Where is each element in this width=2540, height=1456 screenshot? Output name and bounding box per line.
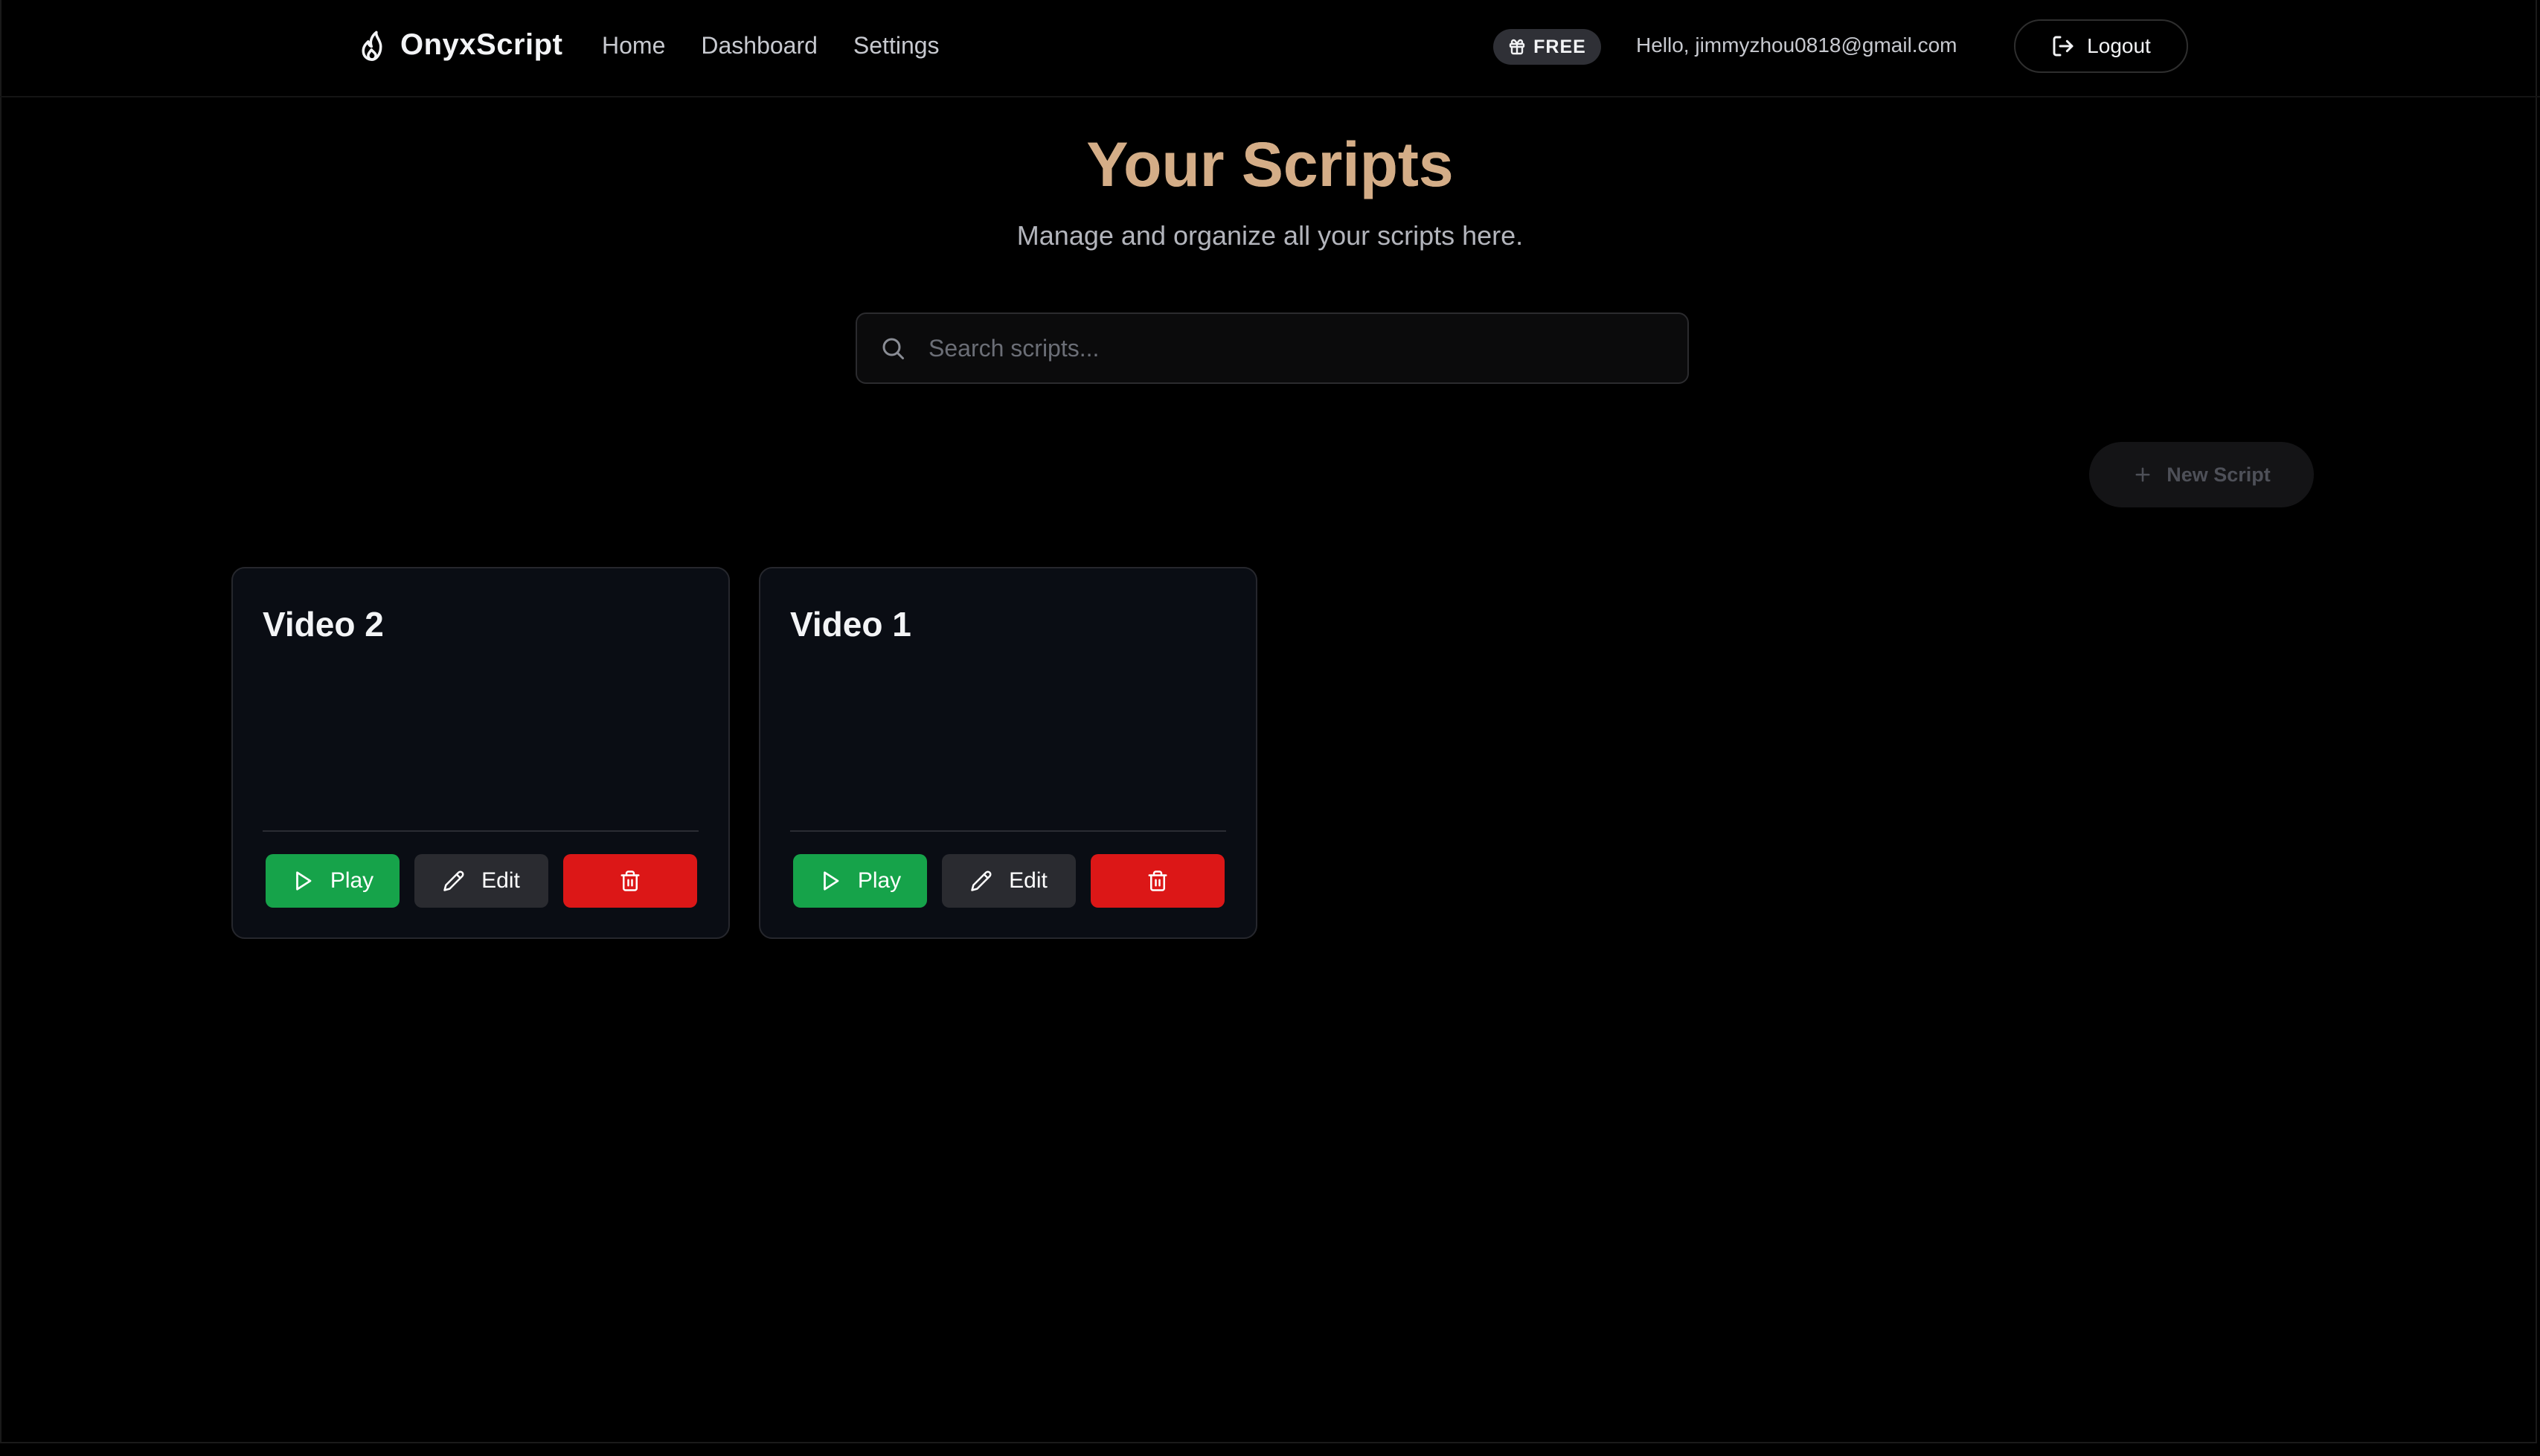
pencil-icon: [971, 870, 992, 891]
brand-logo[interactable]: OnyxScript: [359, 28, 562, 62]
nav-dashboard[interactable]: Dashboard: [701, 32, 818, 60]
search-icon: [882, 338, 904, 359]
play-icon: [823, 871, 839, 891]
card-actions: Play Edit: [793, 854, 1225, 908]
play-label: Play: [857, 868, 902, 893]
delete-button[interactable]: [1091, 854, 1225, 908]
new-script-label: New Script: [2167, 463, 2271, 486]
main-nav: Home Dashboard Settings: [602, 32, 940, 60]
play-label: Play: [330, 868, 374, 893]
edit-button[interactable]: Edit: [414, 854, 548, 908]
edit-label: Edit: [1009, 868, 1048, 893]
script-title: Video 2: [263, 605, 384, 644]
logout-label: Logout: [2087, 34, 2151, 57]
play-button[interactable]: Play: [266, 854, 400, 908]
logout-icon: [2053, 36, 2074, 57]
play-icon: [295, 871, 312, 891]
user-greeting: Hello, jimmyzhou0818@gmail.com: [1636, 33, 1957, 57]
flame-icon: [362, 31, 382, 61]
plan-badge-label: FREE: [1533, 36, 1586, 57]
script-card: Video 1 Play Edit: [759, 567, 1257, 939]
trash-icon: [620, 870, 640, 891]
gift-icon: [1509, 39, 1525, 55]
logout-button[interactable]: Logout: [2014, 19, 2188, 73]
script-card: Video 2 Play Edit: [231, 567, 730, 939]
search-bar: [856, 312, 1689, 384]
nav-home[interactable]: Home: [602, 32, 665, 60]
trash-icon: [1148, 870, 1167, 891]
edit-button[interactable]: Edit: [942, 854, 1076, 908]
card-divider: [790, 830, 1226, 832]
delete-button[interactable]: [563, 854, 697, 908]
page-title: Your Scripts: [0, 129, 2540, 201]
play-button[interactable]: Play: [793, 854, 927, 908]
page-subtitle: Manage and organize all your scripts her…: [1016, 220, 1524, 251]
plus-icon: [2135, 467, 2150, 482]
top-navbar: OnyxScript Home Dashboard Settings FREE …: [0, 0, 2540, 97]
script-title: Video 1: [790, 605, 911, 644]
card-divider: [263, 830, 699, 832]
pencil-icon: [443, 870, 464, 891]
search-input[interactable]: [927, 333, 1674, 363]
new-script-button[interactable]: New Script: [2089, 442, 2314, 507]
card-actions: Play Edit: [266, 854, 697, 908]
brand-name: OnyxScript: [400, 28, 563, 61]
edit-label: Edit: [481, 868, 520, 893]
nav-settings[interactable]: Settings: [853, 32, 940, 60]
plan-badge: FREE: [1493, 29, 1601, 65]
